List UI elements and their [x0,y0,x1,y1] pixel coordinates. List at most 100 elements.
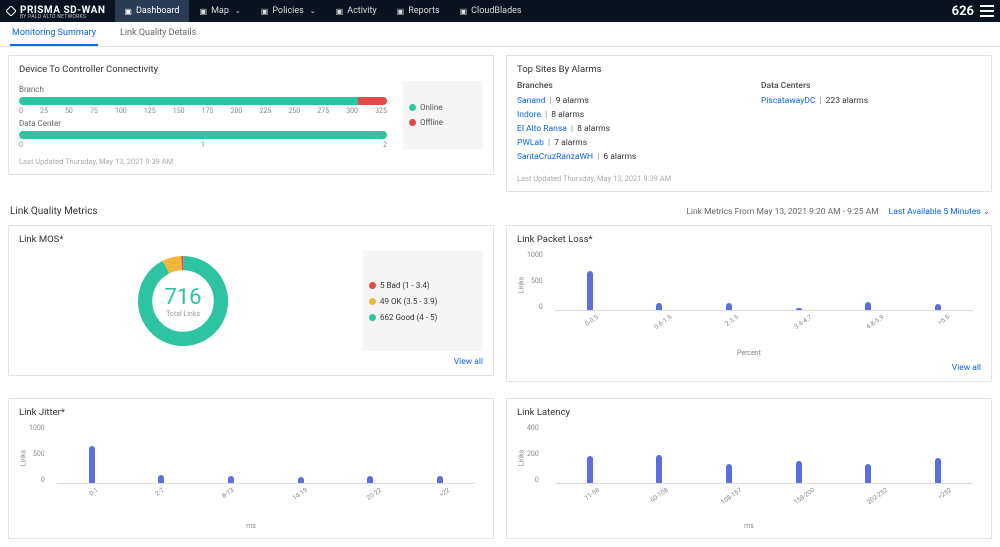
alarm-count: 7 alarms [554,138,587,148]
nav-item-dashboard[interactable]: ▣Dashboard [115,0,188,22]
legend-online: Online [420,103,442,112]
panel-top-sites: Top Sites By Alarms Branches Sanand | 9 … [506,55,992,192]
jitter-xlabel: ms [19,522,483,530]
nav-item-cloudblades[interactable]: ▣CloudBlades [451,0,531,22]
bars [57,424,475,484]
connectivity-ticks: 0255075100125150175200225250275300325 [19,107,387,115]
alarm-site-link[interactable]: SantaCruzRanzaWH [517,152,593,162]
link-quality-freshness[interactable]: Last Available 5 Minutes ⌄ [889,207,990,217]
panel-link-jitter-title: Link Jitter* [19,407,483,418]
nav-item-policies[interactable]: ▣Policies ⌄ [252,0,325,22]
alarm-row: SantaCruzRanzaWH | 6 alarms [517,152,737,162]
top-sites-last-updated: Last Updated Thursday, May 13, 2021 9:39… [517,174,981,183]
bar [865,302,871,310]
bars [555,251,973,311]
bar [367,476,373,483]
chevron-down-icon: ⌄ [310,7,316,15]
mos-legend-item: 5 Bad (1 - 3.4) [369,281,477,290]
alarm-row: Sanand | 9 alarms [517,96,737,106]
nav-item-label: Map [211,6,229,16]
bar [796,308,802,310]
nav-item-label: Activity [347,6,376,16]
nav-item-label: CloudBlades [471,6,521,16]
chevron-down-icon: ⌄ [235,7,241,15]
legend-offline: Offline [420,118,443,127]
nav-item-label: Dashboard [136,6,180,16]
alarm-row: El Alto Ransa | 8 alarms [517,124,737,134]
mos-total: 716 [164,285,201,310]
alarm-count: 6 alarms [603,152,636,162]
offline-dot-icon [409,119,416,126]
bar [437,476,443,483]
bar [935,304,941,310]
cloudblades-icon: ▣ [460,7,468,16]
panel-packet-loss: Link Packet Loss* Links100050000-0.50.6-… [506,225,992,382]
bar [228,476,234,483]
bar [935,458,941,484]
alarm-site-link[interactable]: Indore [517,110,541,120]
panel-link-latency-title: Link Latency [517,407,981,418]
map-icon: ▣ [200,7,208,16]
top-nav: PRISMA SD-WAN BY PALO ALTO NETWORKS ▣Das… [0,0,1000,22]
connectivity-last-updated: Last Updated Thursday, May 13, 2021 9:39… [19,157,483,166]
alarm-site-link[interactable]: El Alto Ransa [517,124,567,134]
legend-dot-icon [369,298,376,305]
connectivity-bar [19,131,387,139]
packet-loss-chart: Links100050000-0.50.6-1.52-3.53.4-4.74.8… [517,251,981,331]
panel-connectivity: Device To Controller Connectivity Branch… [8,55,494,175]
mos-legend-item: 49 OK (3.5 - 3.9) [369,297,477,306]
bar [656,455,662,484]
top-nav-right: 626 [952,4,994,19]
alarm-row: Indore | 8 alarms [517,110,737,120]
connectivity-offline-segment [358,97,387,105]
alarm-site-link[interactable]: PWLab [517,138,544,148]
alarm-site-link[interactable]: Sanand [517,96,545,106]
branches-heading: Branches [517,81,737,91]
alarm-count: 223 alarms [826,96,868,106]
connectivity-bar [19,97,387,105]
nav-item-reports[interactable]: ▣Reports [388,0,449,22]
latency-xlabel: ms [517,522,981,530]
connectivity-row-label: Branch [19,85,387,94]
activity-icon: ▣ [336,7,344,16]
brand[interactable]: PRISMA SD-WAN BY PALO ALTO NETWORKS [6,3,113,20]
alarm-row: PWLab | 7 alarms [517,138,737,148]
reports-icon: ▣ [397,7,405,16]
legend-dot-icon [369,282,376,289]
mos-legend-label: 49 OK (3.5 - 3.9) [380,297,437,306]
separator: | [569,124,575,134]
mos-legend-label: 5 Bad (1 - 3.4) [380,281,430,290]
alarm-count: 9 alarms [556,96,589,106]
menu-icon[interactable] [980,5,994,17]
alarm-site-link[interactable]: PiscatawayDC [761,96,815,106]
mos-view-all-link[interactable]: View all [19,357,483,367]
mos-legend: 5 Bad (1 - 3.4) 49 OK (3.5 - 3.9) 662 Good… [363,251,483,351]
nav-item-map[interactable]: ▣Map ⌄ [191,0,250,22]
connectivity-legend: Online Offline [403,81,483,149]
panel-connectivity-title: Device To Controller Connectivity [19,64,483,75]
panel-link-jitter: Link Jitter* Links100050000-12-78-1314-1… [8,398,494,539]
packet-loss-xlabel: Percent [517,349,981,357]
datacenters-heading: Data Centers [761,81,981,91]
brand-icon [6,6,16,16]
bar [158,475,164,483]
link-quality-title: Link Quality Metrics [10,206,98,217]
mos-legend-label: 662 Good (4 - 5) [380,313,437,322]
legend-dot-icon [369,314,376,321]
link-quality-header: Link Quality Metrics Link Metrics From M… [0,200,1000,217]
subtab-link-quality-details[interactable]: Link Quality Details [118,22,198,46]
mos-donut-chart: 716 Total Links [19,251,347,351]
policies-icon: ▣ [261,7,269,16]
nav-item-label: Policies [272,6,303,16]
nav-item-activity[interactable]: ▣Activity [327,0,386,22]
bars [555,424,973,484]
separator: | [543,110,549,120]
packet-loss-view-all-link[interactable]: View all [517,363,981,373]
connectivity-row-label: Data Center [19,119,387,128]
separator: | [547,96,553,106]
latency-chart: Links400200011-5860-108108-157158-200202… [517,424,981,504]
bar [865,464,871,484]
panel-link-mos-title: Link MOS* [19,234,483,245]
subtab-monitoring-summary[interactable]: Monitoring Summary [10,22,98,46]
link-quality-range: Link Metrics From May 13, 2021 9:20 AM -… [686,207,878,217]
